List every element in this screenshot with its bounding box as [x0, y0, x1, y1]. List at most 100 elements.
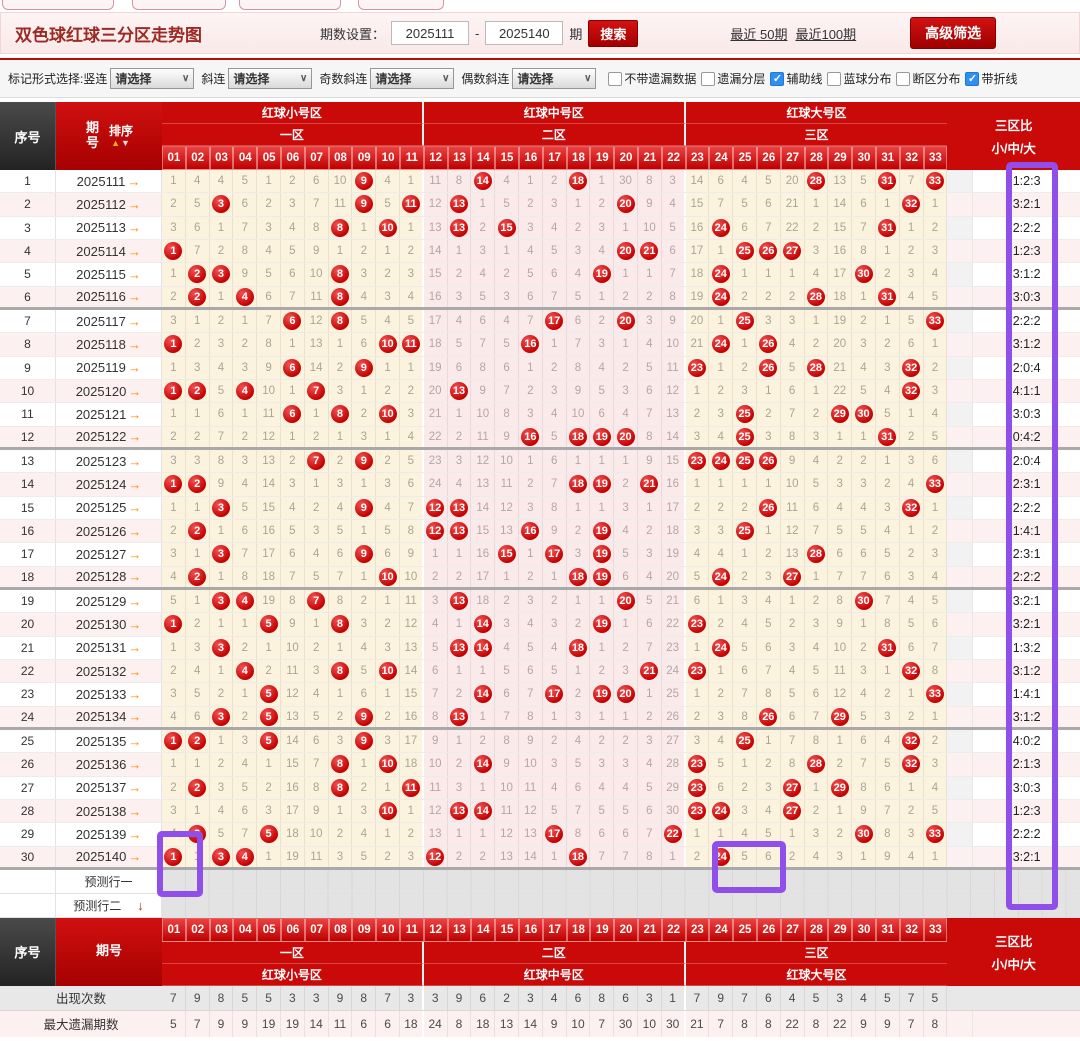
- row-period[interactable]: 2025137 →: [56, 776, 162, 799]
- checkbox-zone-break-distribution[interactable]: [896, 71, 911, 86]
- row-period[interactable]: 2025113 →: [56, 216, 162, 239]
- red-ball: 4: [235, 382, 254, 401]
- checkbox-with-polyline[interactable]: ✓: [965, 71, 980, 86]
- row-period[interactable]: 2025120 →: [56, 379, 162, 403]
- number-cell: 2: [852, 636, 876, 659]
- recent-100-link[interactable]: 最近100期: [795, 24, 856, 43]
- number-cell: 1: [923, 333, 948, 356]
- period-header[interactable]: 期号 排序 ▲▼: [56, 102, 162, 170]
- row-period[interactable]: 2025132 →: [56, 659, 162, 683]
- number-cell: 15: [661, 449, 686, 473]
- top-tab[interactable]: [132, 0, 226, 10]
- omission-value: 6: [788, 710, 796, 723]
- omission-value: 10: [333, 175, 347, 188]
- row-period[interactable]: 2025118 →: [56, 333, 162, 356]
- advanced-filter-button[interactable]: 高级筛选: [910, 17, 997, 49]
- row-period[interactable]: 2025112 →: [56, 193, 162, 216]
- number-cell: 2: [875, 263, 900, 286]
- row-period[interactable]: 2025131 →: [56, 636, 162, 659]
- number-cell: 4: [590, 776, 615, 799]
- red-ball: 26: [759, 335, 778, 354]
- omission-value: 2: [384, 455, 391, 468]
- row-period[interactable]: 2025114 →: [56, 239, 162, 263]
- row-period[interactable]: 2025116 →: [56, 286, 162, 307]
- omission-value: 3: [289, 478, 296, 491]
- row-period[interactable]: 2025115 →: [56, 263, 162, 286]
- stats-value: 6: [376, 1010, 400, 1037]
- number-cell: 5: [257, 683, 281, 706]
- row-period[interactable]: 2025123 →: [56, 449, 162, 473]
- number-cell: 18: [566, 636, 591, 659]
- row-period[interactable]: 2025111 →: [56, 170, 162, 193]
- omission-value: 4: [646, 758, 653, 771]
- row-period[interactable]: 2025128 →: [56, 566, 162, 587]
- sort-asc-icon[interactable]: ▲: [111, 138, 121, 148]
- table-row: 25 2025135 → 1 2 1 3 5 14 6 3 9 3 17 9 1 2 8 9 2 4 2 2 3 27 3 4 25 1…: [0, 729, 1080, 754]
- omission-value: 18: [690, 268, 704, 281]
- top-tab[interactable]: [2, 0, 114, 10]
- diagonal-link-select[interactable]: 请选择 ∨: [228, 68, 313, 89]
- top-tab[interactable]: [239, 0, 341, 10]
- row-period[interactable]: 2025127 →: [56, 543, 162, 566]
- row-period[interactable]: 2025130 →: [56, 613, 162, 636]
- vertical-link-select[interactable]: 请选择 ∨: [110, 68, 195, 89]
- predict-label[interactable]: 预测行一: [56, 869, 162, 893]
- row-period[interactable]: 2025134 →: [56, 706, 162, 727]
- omission-value: 1: [170, 641, 177, 654]
- search-button[interactable]: 搜索: [588, 19, 639, 47]
- omission-value: 1: [884, 665, 891, 678]
- top-tab[interactable]: [358, 0, 444, 10]
- omission-value: 13: [500, 525, 513, 538]
- row-period[interactable]: 2025140 →: [56, 846, 162, 867]
- row-period[interactable]: 2025136 →: [56, 753, 162, 776]
- period-to-input[interactable]: [485, 21, 564, 45]
- checkbox-blue-ball-distribution[interactable]: [827, 71, 842, 86]
- predict-label[interactable]: 预测行二 ↓: [56, 893, 162, 917]
- number-cell: 9: [852, 799, 876, 823]
- checkbox-no-omission-data[interactable]: [608, 71, 623, 86]
- row-period[interactable]: 2025121 →: [56, 403, 162, 426]
- column-header: 29: [828, 146, 853, 170]
- row-period[interactable]: 2025135 →: [56, 729, 162, 753]
- omission-value: 5: [931, 595, 939, 608]
- even-diagonal-select[interactable]: 请选择 ∨: [512, 68, 597, 89]
- number-cell: 3: [328, 379, 353, 403]
- omission-value: 2: [503, 595, 510, 608]
- number-cell: 9: [780, 449, 805, 473]
- number-cell: 1: [233, 403, 258, 426]
- stats-value: 13: [495, 1010, 519, 1037]
- row-period[interactable]: 2025139 →: [56, 823, 162, 846]
- omission-value: 2: [574, 618, 582, 631]
- row-period[interactable]: 2025129 →: [56, 589, 162, 613]
- row-period[interactable]: 2025117 →: [56, 309, 162, 333]
- number-cell: 5: [399, 309, 424, 333]
- number-cell: 6: [661, 239, 686, 263]
- recent-50-link[interactable]: 最近 50期: [730, 24, 787, 43]
- row-period[interactable]: 2025124 →: [56, 473, 162, 496]
- omission-value: 2: [527, 198, 534, 211]
- number-cell: 3: [875, 356, 900, 379]
- row-seq: 24: [0, 706, 56, 727]
- odd-diagonal-select[interactable]: 请选择 ∨: [370, 68, 455, 89]
- period-from-input[interactable]: [391, 21, 470, 45]
- number-cell: 4: [447, 309, 472, 333]
- number-cell: 2: [185, 473, 210, 496]
- row-period[interactable]: 2025138 →: [56, 799, 162, 823]
- row-period[interactable]: 2025125 →: [56, 496, 162, 519]
- row-period[interactable]: 2025119 →: [56, 356, 162, 379]
- checkbox-auxiliary-line[interactable]: ✓: [770, 71, 785, 86]
- row-period[interactable]: 2025133 →: [56, 683, 162, 706]
- omission-value: 2: [336, 710, 344, 723]
- checkbox-omission-layers[interactable]: [701, 71, 716, 86]
- predict-expand-icon[interactable]: ↓: [137, 899, 144, 912]
- number-cell: 3: [304, 659, 329, 683]
- column-header: 22: [661, 917, 686, 942]
- omission-value: 3: [193, 455, 201, 468]
- omission-value: 1: [407, 361, 415, 374]
- row-period[interactable]: 2025122 →: [56, 426, 162, 447]
- sort-desc-icon[interactable]: ▼: [121, 138, 131, 148]
- number-cell: 9: [542, 519, 567, 543]
- row-period[interactable]: 2025126 →: [56, 519, 162, 543]
- red-ball: 2: [188, 265, 207, 284]
- stats-label: 出现次数: [55, 992, 106, 1007]
